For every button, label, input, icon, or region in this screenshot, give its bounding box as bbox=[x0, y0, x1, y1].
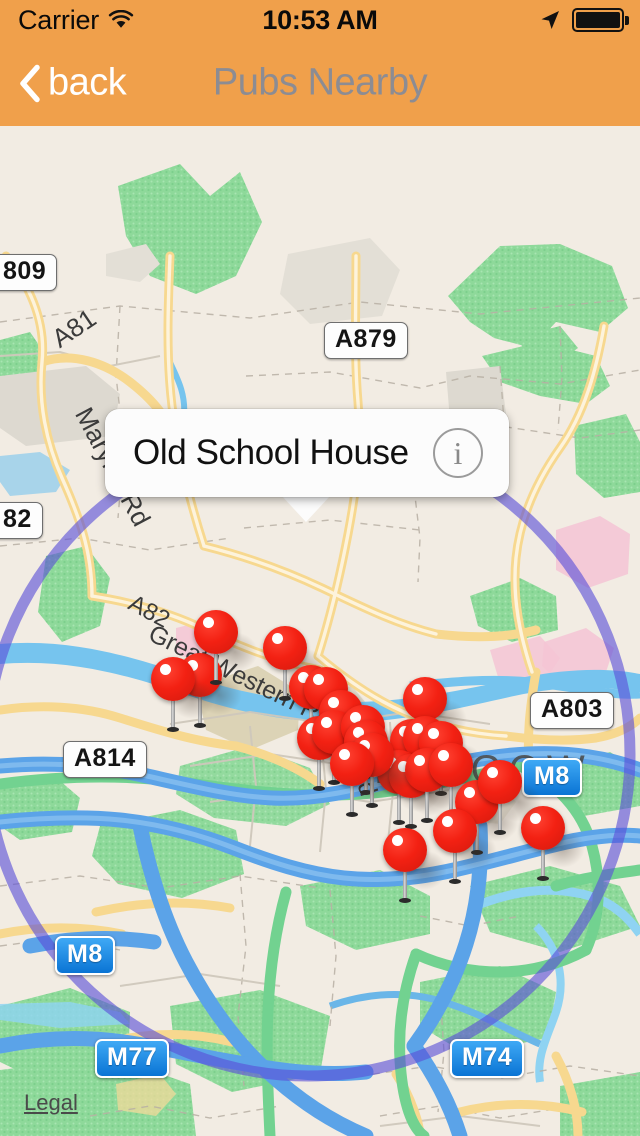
battery-fill bbox=[576, 12, 620, 28]
status-bar-center: 10:53 AM bbox=[230, 5, 410, 36]
road-shield: A879 bbox=[324, 322, 408, 359]
pin-highlight bbox=[392, 835, 403, 846]
pin-tip bbox=[194, 723, 206, 728]
pin-head bbox=[263, 626, 307, 670]
pin-highlight bbox=[339, 749, 350, 760]
pin-highlight bbox=[442, 816, 453, 827]
map-pin[interactable] bbox=[330, 742, 394, 817]
pin-highlight bbox=[272, 633, 283, 644]
app-screen: Carrier 10:53 AM back Pubs Nearby A81 Ma… bbox=[0, 0, 640, 1136]
pin-head bbox=[403, 677, 447, 721]
wifi-icon bbox=[108, 10, 134, 28]
pin-head bbox=[194, 610, 238, 654]
pin-highlight bbox=[328, 697, 339, 708]
road-shield: M77 bbox=[95, 1039, 170, 1078]
map-callout[interactable]: Old School House i bbox=[105, 409, 509, 497]
status-bar-right bbox=[410, 8, 640, 32]
pin-highlight bbox=[412, 684, 423, 695]
map-pin[interactable] bbox=[194, 610, 258, 685]
clock-label: 10:53 AM bbox=[262, 4, 378, 35]
navigation-bar: back Pubs Nearby bbox=[0, 40, 640, 126]
pin-tip bbox=[421, 818, 433, 823]
pin-highlight bbox=[428, 728, 439, 739]
pin-highlight bbox=[414, 755, 425, 766]
road-shield: M8 bbox=[55, 936, 115, 975]
pin-highlight bbox=[203, 617, 214, 628]
info-icon[interactable]: i bbox=[433, 428, 483, 478]
pin-tip bbox=[313, 786, 325, 791]
road-shield: A814 bbox=[63, 741, 147, 778]
status-bar: Carrier 10:53 AM bbox=[0, 0, 640, 40]
pin-highlight bbox=[487, 767, 498, 778]
pin-head bbox=[478, 760, 522, 804]
pin-tip bbox=[399, 898, 411, 903]
callout-title: Old School House bbox=[133, 433, 409, 472]
pin-highlight bbox=[313, 674, 324, 685]
battery-nub bbox=[625, 16, 629, 25]
pin-tip bbox=[494, 830, 506, 835]
page-title: Pubs Nearby bbox=[212, 61, 428, 104]
pin-head bbox=[433, 809, 477, 853]
pin-highlight bbox=[321, 717, 332, 728]
pin-highlight bbox=[464, 787, 475, 798]
carrier-label: Carrier bbox=[18, 4, 100, 35]
callout-tail bbox=[281, 495, 331, 522]
map-pin[interactable] bbox=[383, 828, 447, 903]
road-shield: M74 bbox=[450, 1039, 525, 1078]
location-arrow-icon bbox=[541, 11, 559, 29]
pin-tip bbox=[210, 680, 222, 685]
map-pin[interactable] bbox=[151, 657, 215, 732]
legal-link[interactable]: Legal bbox=[24, 1090, 78, 1116]
pin-head bbox=[330, 742, 374, 786]
road-shield: 809 bbox=[0, 254, 58, 291]
map-view[interactable]: GLASGOW A81Maryhill RdGreat Western RdMa… bbox=[0, 126, 640, 1136]
pin-tip bbox=[167, 727, 179, 732]
map-base-layer bbox=[0, 126, 640, 1136]
status-bar-left: Carrier bbox=[0, 5, 230, 36]
map-pin[interactable] bbox=[478, 760, 542, 835]
pin-head bbox=[383, 828, 427, 872]
pin-head bbox=[151, 657, 195, 701]
pin-tip bbox=[537, 876, 549, 881]
road-shield: 82 bbox=[0, 502, 43, 539]
pin-tip bbox=[449, 879, 461, 884]
road-shield: A803 bbox=[530, 692, 614, 729]
pin-tip bbox=[346, 812, 358, 817]
battery-full-icon bbox=[572, 8, 629, 32]
pin-highlight bbox=[160, 664, 171, 675]
pin-highlight bbox=[438, 750, 449, 761]
